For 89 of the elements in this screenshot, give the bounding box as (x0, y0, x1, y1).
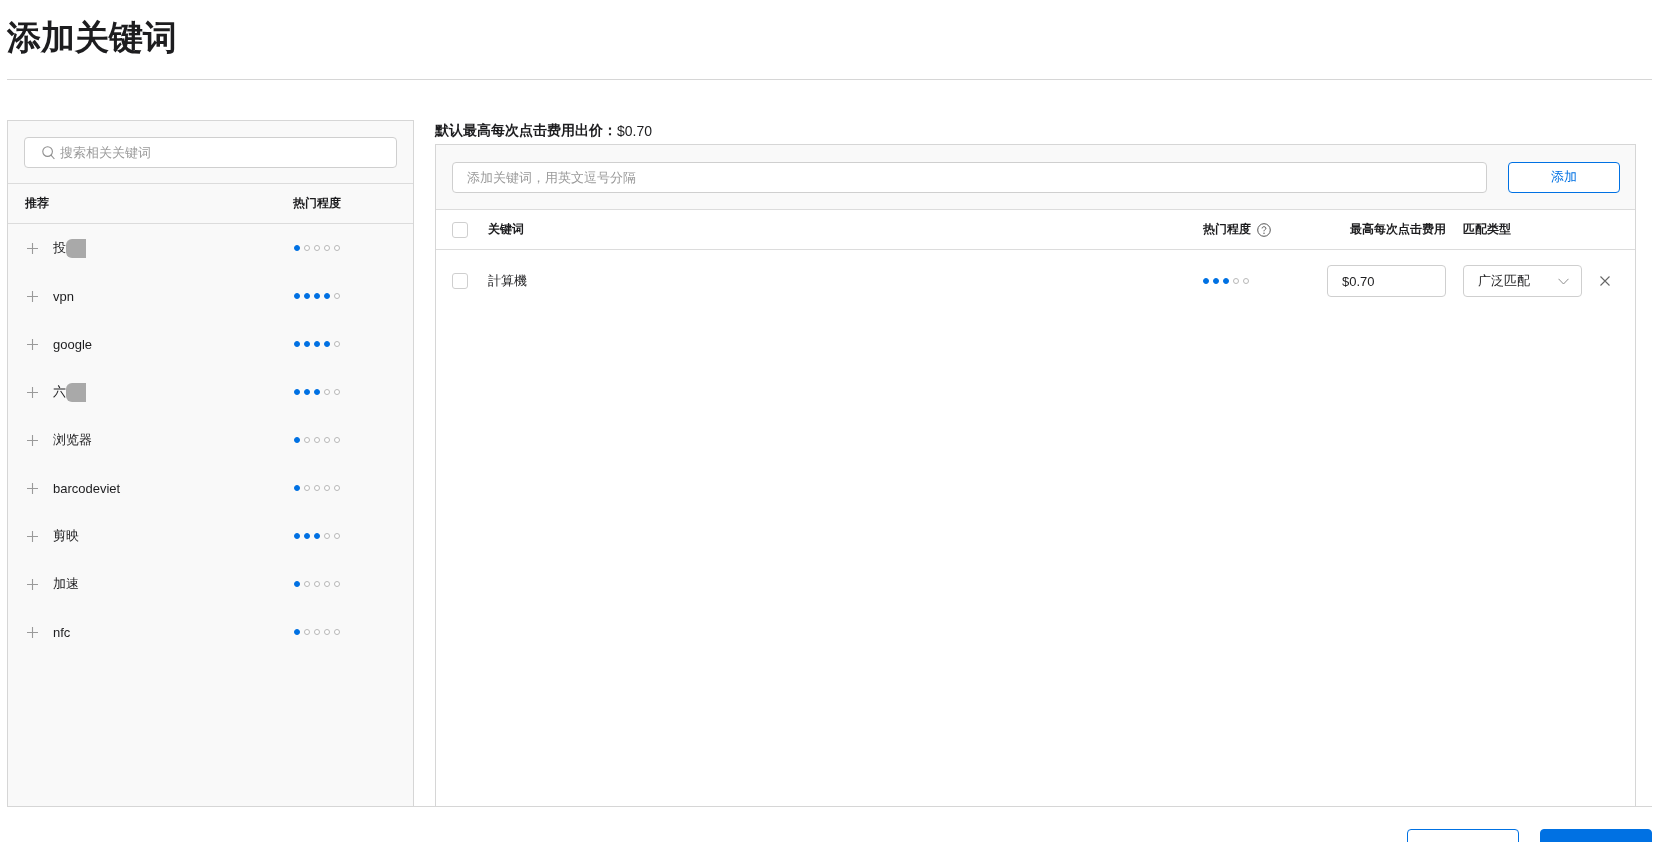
rating-dot-icon (1203, 278, 1209, 284)
rating-dot-icon (294, 581, 300, 587)
rating-dot-icon (324, 485, 330, 491)
add-button[interactable]: 添加 (1508, 161, 1620, 193)
keyword-text: nfc (53, 624, 71, 640)
column-header: 热门程度 (1203, 221, 1251, 238)
rating-dot-icon (1223, 278, 1229, 284)
rating-dot-icon (324, 629, 330, 635)
keyword-text: 加速 (53, 575, 79, 593)
rating-dot-icon (334, 245, 340, 251)
column-header: 推荐 (25, 195, 49, 212)
rating-dot-icon (314, 389, 320, 395)
rating-dot-icon (324, 389, 330, 395)
add-keyword-button[interactable] (27, 578, 38, 590)
rating-dot-icon (334, 581, 340, 587)
rating-dot-icon (324, 293, 330, 299)
rating-dot-icon (304, 341, 310, 347)
rating-dot-icon (334, 341, 340, 347)
rating-dot-icon (304, 293, 310, 299)
help-icon[interactable] (1257, 222, 1271, 237)
keyword-text: barcodeviet (53, 480, 121, 496)
rating-dot-icon (314, 485, 320, 491)
keyword-text: 剪映 (53, 527, 79, 545)
column-header: 最高每次点击费用 (1350, 221, 1446, 238)
rating-dot-icon (334, 533, 340, 539)
checkbox[interactable] (452, 221, 468, 238)
search-field[interactable]: 搜索相关关键词 (24, 137, 397, 168)
default-bid-value: $0.70 (617, 123, 653, 139)
add-keyword-button[interactable] (27, 626, 38, 638)
rating-dot-icon (304, 581, 310, 587)
keyword-text: 六 (53, 383, 66, 401)
rating-dot-icon (294, 245, 300, 251)
rating-dot-icon (1213, 278, 1219, 284)
rating-dot-icon (304, 389, 310, 395)
column-header: 热门程度 (293, 195, 341, 212)
rating-dot-icon (294, 485, 300, 491)
rating-dot-icon (334, 437, 340, 443)
rating-dot-icon (334, 389, 340, 395)
close-button[interactable] (1599, 275, 1611, 287)
rating-dot-icon (334, 485, 340, 491)
add-keyword-button[interactable] (27, 338, 38, 350)
add-keyword-button[interactable] (27, 242, 38, 254)
rating-dot-icon (304, 629, 310, 635)
checkbox[interactable] (452, 273, 468, 289)
rating-dot-icon (304, 485, 310, 491)
rating-dot-icon (314, 437, 320, 443)
search-icon (42, 146, 55, 160)
add-keyword-button[interactable] (27, 434, 38, 446)
add-keyword-button[interactable] (27, 386, 38, 398)
rating-dot-icon (314, 629, 320, 635)
chevron-down-icon (1558, 277, 1569, 285)
keyword-input[interactable]: 添加关键词，用英文逗号分隔 (452, 161, 1487, 193)
add-keyword-button[interactable] (27, 482, 38, 494)
rating-dot-icon (324, 437, 330, 443)
rating-dot-icon (1243, 278, 1249, 284)
column-header: 匹配类型 (1463, 221, 1511, 238)
rating-dot-icon (314, 341, 320, 347)
rating-dot-icon (294, 389, 300, 395)
rating-dot-icon (324, 581, 330, 587)
column-header: 关键词 (488, 221, 524, 238)
keyword-text: vpn (53, 288, 74, 304)
rating-dot-icon (304, 437, 310, 443)
keyword-cell: 計算機 (488, 272, 527, 290)
rating-dot-icon (304, 245, 310, 251)
keyword-text: 浏览器 (53, 431, 92, 449)
rating-dot-icon (314, 581, 320, 587)
rating-dot-icon (314, 533, 320, 539)
rating-dot-icon (334, 293, 340, 299)
page-title: 添加关键词 (7, 16, 177, 57)
match-type-dropdown[interactable]: 广泛匹配 (1463, 265, 1582, 297)
rating-dot-icon (324, 533, 330, 539)
rating-dot-icon (314, 293, 320, 299)
keyword-text: google (53, 336, 93, 352)
rating-dot-icon (1233, 278, 1239, 284)
rating-dot-icon (324, 341, 330, 347)
rating-dot-icon (294, 293, 300, 299)
add-keyword-button[interactable] (27, 290, 38, 302)
rating-dot-icon (314, 245, 320, 251)
rating-dot-icon (324, 245, 330, 251)
default-bid-label: 默认最高每次点击费用出价： (435, 122, 617, 140)
rating-dot-icon (294, 629, 300, 635)
rating-dot-icon (294, 533, 300, 539)
rating-dot-icon (294, 341, 300, 347)
rating-dot-icon (294, 437, 300, 443)
keyword-text: 投 (53, 239, 66, 257)
rating-dot-icon (334, 629, 340, 635)
bid-input[interactable]: $0.70 (1327, 265, 1446, 297)
add-keyword-button[interactable] (27, 530, 38, 542)
rating-dot-icon (304, 533, 310, 539)
